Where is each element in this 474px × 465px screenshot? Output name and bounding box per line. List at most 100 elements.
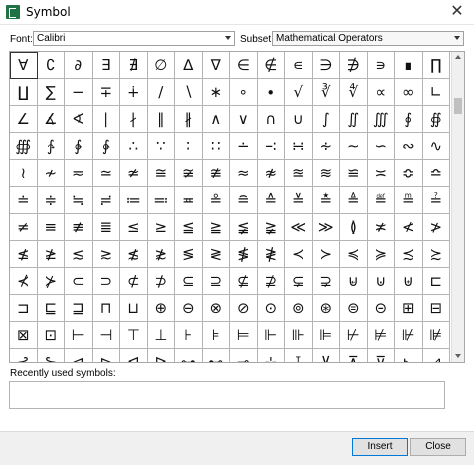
symbol-cell[interactable]: ∯: [422, 106, 450, 133]
symbol-cell[interactable]: ⊗: [202, 295, 230, 322]
symbol-cell[interactable]: ≦: [175, 214, 203, 241]
symbol-cell[interactable]: ∾: [395, 133, 423, 160]
symbol-cell[interactable]: ⊯: [422, 322, 450, 349]
symbol-cell[interactable]: ⊫: [312, 322, 340, 349]
symbol-cell[interactable]: ∬: [340, 106, 368, 133]
symbol-cell[interactable]: ≶: [175, 241, 203, 268]
symbol-cell[interactable]: ∦: [175, 106, 203, 133]
symbol-cell[interactable]: ⊨: [230, 322, 258, 349]
symbol-cell[interactable]: ≇: [202, 160, 230, 187]
symbol-cell[interactable]: ⊎: [395, 268, 423, 295]
symbol-cell[interactable]: ∓: [92, 79, 120, 106]
vertical-scrollbar[interactable]: [451, 52, 464, 362]
symbol-cell[interactable]: ∗: [202, 79, 230, 106]
symbol-cell[interactable]: ≮: [395, 214, 423, 241]
symbol-cell[interactable]: ⊂: [65, 268, 93, 295]
symbol-cell[interactable]: ⊣: [92, 322, 120, 349]
symbol-cell[interactable]: ∲: [65, 133, 93, 160]
symbol-cell[interactable]: ≙: [257, 187, 285, 214]
symbol-cell[interactable]: ∆: [175, 52, 203, 79]
symbol-cell[interactable]: ∱: [37, 133, 65, 160]
symbol-cell[interactable]: ⊾: [395, 349, 423, 362]
symbol-cell[interactable]: ⊹: [258, 349, 285, 362]
symbol-cell[interactable]: ∈: [230, 52, 258, 79]
symbol-cell[interactable]: ≎: [395, 160, 423, 187]
symbol-cell[interactable]: ⊕: [147, 295, 175, 322]
symbol-cell[interactable]: ⊸: [230, 349, 258, 362]
symbol-cell[interactable]: ≡: [37, 214, 65, 241]
symbol-cell[interactable]: ∄: [120, 52, 148, 79]
symbol-cell[interactable]: ≛: [312, 187, 340, 214]
symbol-cell[interactable]: ≽: [367, 241, 395, 268]
symbol-cell[interactable]: ≞: [395, 187, 423, 214]
symbol-cell[interactable]: ≱: [37, 241, 65, 268]
symbol-cell[interactable]: ≠: [10, 214, 38, 241]
symbol-cell[interactable]: ∠: [10, 106, 38, 133]
symbol-cell[interactable]: ≀: [10, 160, 38, 187]
symbol-cell[interactable]: ≚: [285, 187, 313, 214]
symbol-cell[interactable]: ∉: [257, 52, 285, 79]
symbol-cell[interactable]: ≏: [422, 160, 450, 187]
symbol-cell[interactable]: ∳: [92, 133, 120, 160]
symbol-cell[interactable]: ⊵: [148, 349, 175, 362]
symbol-cell[interactable]: ⊧: [202, 322, 230, 349]
symbol-cell[interactable]: ⊔: [120, 295, 148, 322]
symbol-cell[interactable]: ≑: [37, 187, 65, 214]
symbol-cell[interactable]: ∧: [202, 106, 230, 133]
symbol-cell[interactable]: ≉: [257, 160, 285, 187]
symbol-cell[interactable]: ⊖: [175, 295, 203, 322]
symbol-cell[interactable]: ∟: [422, 79, 450, 106]
symbol-cell[interactable]: ≴: [120, 241, 148, 268]
symbol-cell[interactable]: ⊜: [340, 295, 368, 322]
symbol-cell[interactable]: ≋: [312, 160, 340, 187]
symbol-cell[interactable]: ∽: [367, 133, 395, 160]
symbol-cell[interactable]: ⊀: [10, 268, 38, 295]
symbol-cell[interactable]: ∿: [422, 133, 450, 160]
symbol-cell[interactable]: ≝: [367, 187, 395, 214]
insert-button[interactable]: Insert: [352, 438, 408, 456]
symbol-cell[interactable]: ⊓: [92, 295, 120, 322]
symbol-cell[interactable]: ≘: [230, 187, 258, 214]
symbol-cell[interactable]: ∴: [120, 133, 148, 160]
symbol-cell[interactable]: ∝: [367, 79, 395, 106]
symbol-cell[interactable]: ⊮: [395, 322, 423, 349]
symbol-cell[interactable]: ⊊: [285, 268, 313, 295]
symbol-cell[interactable]: ≲: [65, 241, 93, 268]
symbol-cell[interactable]: ⊥: [147, 322, 175, 349]
symbol-cell[interactable]: ≸: [230, 241, 258, 268]
symbol-cell[interactable]: ∫: [312, 106, 340, 133]
symbol-cell[interactable]: ≒: [65, 187, 93, 214]
symbol-cell[interactable]: ∂: [65, 52, 93, 79]
symbol-cell[interactable]: ∎: [395, 52, 423, 79]
symbol-cell[interactable]: ≺: [285, 241, 313, 268]
symbol-cell[interactable]: ∞: [395, 79, 423, 106]
symbol-cell[interactable]: ∙: [257, 79, 285, 106]
symbol-cell[interactable]: ∛: [312, 79, 340, 106]
symbol-cell[interactable]: ∕: [147, 79, 175, 106]
symbol-cell[interactable]: ≁: [37, 160, 65, 187]
symbol-cell[interactable]: ∣: [92, 106, 120, 133]
symbol-cell[interactable]: ≩: [257, 214, 285, 241]
symbol-cell[interactable]: ≾: [395, 241, 423, 268]
symbol-cell[interactable]: ≼: [340, 241, 368, 268]
symbol-cell[interactable]: ∀: [10, 52, 38, 79]
symbol-cell[interactable]: ≍: [367, 160, 395, 187]
symbol-cell[interactable]: ∥: [147, 106, 175, 133]
symbol-cell[interactable]: ∤: [120, 106, 148, 133]
symbol-cell[interactable]: ∻: [312, 133, 340, 160]
symbol-cell[interactable]: ∨: [230, 106, 258, 133]
symbol-cell[interactable]: ∩: [257, 106, 285, 133]
symbol-cell[interactable]: ≗: [202, 187, 230, 214]
symbol-cell[interactable]: ≬: [340, 214, 368, 241]
symbol-cell[interactable]: ⊳: [93, 349, 120, 362]
recent-symbols-box[interactable]: [9, 381, 445, 409]
symbol-cell[interactable]: ∷: [202, 133, 230, 160]
symbol-cell[interactable]: ∌: [340, 52, 368, 79]
symbol-cell[interactable]: ∔: [120, 79, 148, 106]
scrollbar-thumb[interactable]: [454, 98, 462, 114]
symbol-cell[interactable]: −: [65, 79, 93, 106]
symbol-cell[interactable]: ∑: [37, 79, 65, 106]
symbol-cell[interactable]: ≌: [340, 160, 368, 187]
symbol-cell[interactable]: ⊝: [367, 295, 395, 322]
symbol-cell[interactable]: ∭: [367, 106, 395, 133]
